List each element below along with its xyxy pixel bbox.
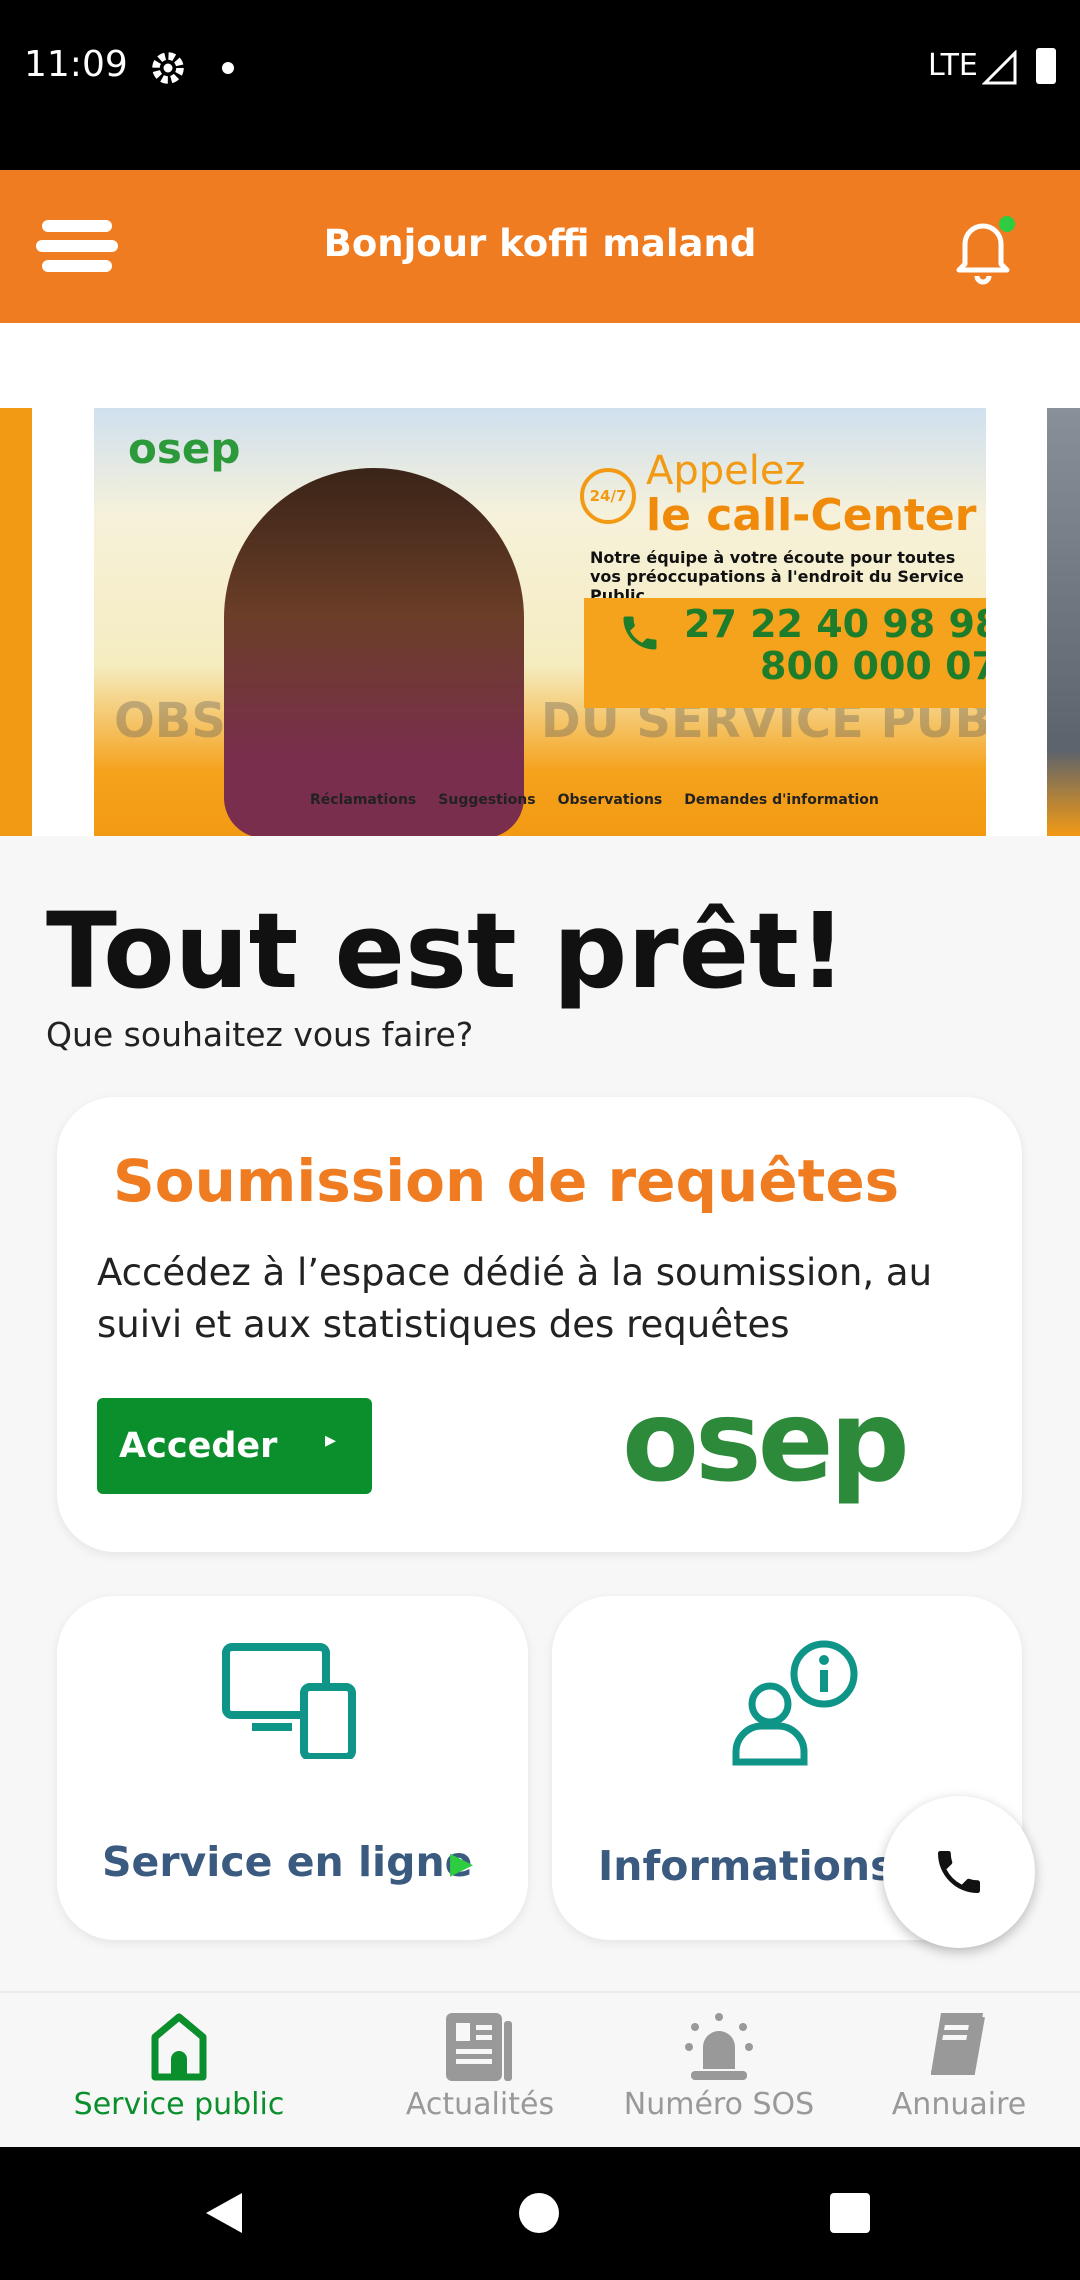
nav-label: Service public xyxy=(73,2087,285,2122)
notification-dot-icon xyxy=(222,62,234,74)
bottom-nav: Service public Actualités Numéro SOS Ann… xyxy=(0,1991,1080,2147)
banner-check: Suggestions xyxy=(438,792,536,808)
nav-numero-sos[interactable]: Numéro SOS xyxy=(594,2013,844,2122)
banner-slide-previous[interactable] xyxy=(0,408,32,836)
page-title: Tout est prêt! xyxy=(46,890,847,1012)
newspaper-icon xyxy=(446,2013,512,2081)
home-icon xyxy=(151,2013,207,2081)
banner-phone-1: 27 22 40 98 98 xyxy=(684,602,986,646)
app-header: Bonjour koffi maland xyxy=(0,170,1080,323)
request-card-description: Accédez à l’espace dédié à la soumission… xyxy=(97,1251,933,1346)
play-icon: ▶ xyxy=(450,1846,474,1881)
battery-icon xyxy=(1036,48,1056,84)
banner-headline-1: Appelez xyxy=(646,448,806,494)
status-time: 11:09 xyxy=(24,44,128,85)
banner-checks: Réclamations Suggestions Observations De… xyxy=(310,792,879,808)
settings-icon xyxy=(152,52,184,84)
acceder-button[interactable]: Acceder ▸ xyxy=(97,1398,372,1494)
banner-slide-next[interactable] xyxy=(1047,408,1080,836)
back-icon[interactable] xyxy=(204,2191,244,2235)
network-type: LTE xyxy=(928,48,978,83)
banner-check: Demandes d'information xyxy=(684,792,879,808)
greeting-title: Bonjour koffi maland xyxy=(323,222,757,265)
page-subtitle: Que souhaitez vous faire? xyxy=(46,1015,474,1054)
banner-carousel[interactable]: osep OBSERVATOIRE DU SERVICE PUBLIC 24/7… xyxy=(0,323,1080,836)
nav-label: Numéro SOS xyxy=(623,2087,815,2122)
banner-headline-2: le call-Center xyxy=(646,490,977,541)
user-info-icon xyxy=(732,1640,858,1766)
home-nav-icon[interactable] xyxy=(519,2193,559,2233)
tile-label: Informations xyxy=(598,1842,895,1890)
banner-check: Observations xyxy=(557,792,663,808)
tile-label: Service en ligne xyxy=(102,1838,473,1886)
banner-badge: 24/7 xyxy=(580,468,636,524)
banner-tagline: Notre équipe à votre écoute pour toutes … xyxy=(590,548,964,605)
chevron-right-icon: ▸ xyxy=(324,1428,336,1453)
banner-slide-call-center[interactable]: osep OBSERVATOIRE DU SERVICE PUBLIC 24/7… xyxy=(94,408,986,836)
acceder-label: Acceder xyxy=(119,1426,278,1466)
banner-photo-agent xyxy=(224,468,524,836)
system-nav-bar xyxy=(0,2147,1080,2280)
nav-annuaire[interactable]: Annuaire xyxy=(834,2013,1080,2122)
recents-icon[interactable] xyxy=(830,2193,870,2233)
nav-service-public[interactable]: Service public xyxy=(54,2013,304,2122)
phone-icon xyxy=(623,616,657,650)
nav-actualites[interactable]: Actualités xyxy=(355,2013,605,2122)
alarm-siren-icon xyxy=(685,2013,753,2080)
banner-logo: osep xyxy=(128,424,241,473)
devices-icon xyxy=(222,1643,356,1759)
notification-bell-icon[interactable] xyxy=(945,208,1025,288)
request-card-title: Soumission de requêtes xyxy=(113,1147,900,1215)
osep-logo: osep xyxy=(622,1377,910,1507)
nav-label: Annuaire xyxy=(891,2087,1027,2122)
book-icon xyxy=(931,2013,985,2075)
nav-label: Actualités xyxy=(405,2087,555,2122)
status-bar: 11:09 LTE xyxy=(0,0,1080,170)
tile-service-en-ligne[interactable]: Service en ligne ▶ xyxy=(57,1596,528,1940)
phone-icon xyxy=(938,1851,980,1893)
call-fab-button[interactable] xyxy=(883,1796,1035,1948)
signal-icon xyxy=(982,50,1017,85)
banner-check: Réclamations xyxy=(310,792,417,808)
banner-phone-2: 800 000 07 xyxy=(760,644,986,688)
